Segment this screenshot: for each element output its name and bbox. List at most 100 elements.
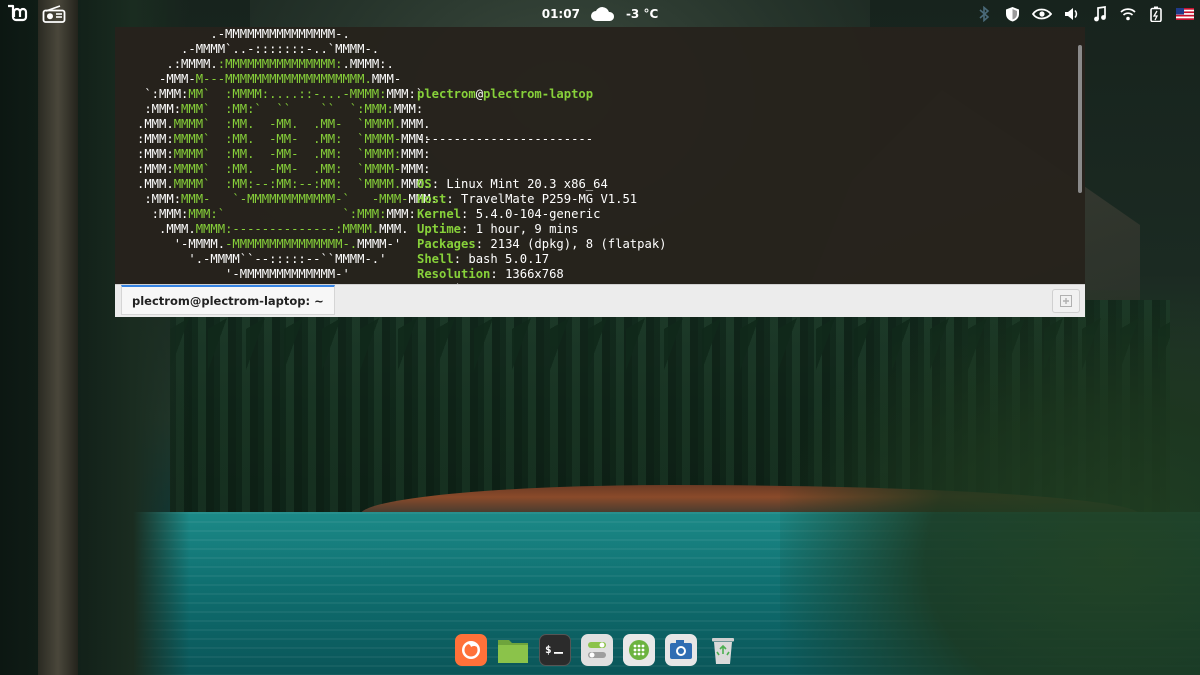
logo-segment: :MMM: [115, 147, 174, 161]
info-value: 5.4.0-104-generic [475, 207, 601, 221]
info-colon: : [461, 207, 476, 221]
software-manager-icon[interactable] [623, 634, 655, 666]
terminal-scrollbar[interactable] [1077, 45, 1083, 285]
neofetch-info: plectrom@plectrom-laptop ---------------… [417, 57, 667, 284]
info-value: 1366x768 [505, 267, 564, 281]
logo-segment: MMM- `-MMMMMMMMMMMM-` -MMM- [181, 192, 409, 206]
logo-segment: MMMM` :MM. -MM. .MM- `MMMM. [173, 117, 402, 131]
logo-segment: `:MMM: [115, 87, 189, 101]
info-key: Packages [417, 237, 476, 251]
neofetch-info-row: Resolution: 1366x768 [417, 267, 667, 282]
folder-icon[interactable] [497, 634, 529, 666]
logo-segment: M---MMMMMMMMMMMMMMMMMMM. [195, 72, 372, 86]
info-key: Host [417, 192, 447, 206]
neofetch-user-line: plectrom@plectrom-laptop [417, 87, 667, 102]
logo-segment: :MMMMMMMMMMMMMMM: [217, 57, 343, 71]
info-colon: : [461, 222, 476, 236]
neofetch-info-row: Host: TravelMate P259-MG V1.51 [417, 192, 667, 207]
logo-line: `:MMM:MM` :MMMM:....::-...-MMMM:MMM:` [115, 87, 438, 102]
new-tab-button[interactable] [1052, 289, 1080, 313]
wifi-icon[interactable] [1120, 6, 1136, 22]
mint-menu-icon[interactable] [6, 3, 30, 25]
temperature[interactable]: -3 °C [626, 7, 658, 21]
logo-segment: '-MMMM. [115, 237, 226, 251]
logo-segment: :MMM: [115, 102, 182, 116]
logo-segment: :MMM: [115, 132, 174, 146]
logo-line: .:MMMM.:MMMMMMMMMMMMMMM:.MMMM:. [115, 57, 438, 72]
logo-segment: MMMM-' [357, 237, 402, 251]
logo-segment: MMMM` :MM. -MM- .MM: `MMMM: [173, 147, 402, 161]
terminal-output[interactable]: .-MMMMMMMMMMMMMMM-. .-MMMM`..-:::::::-..… [115, 27, 1077, 284]
info-key: Shell [417, 252, 454, 266]
logo-segment: .-MMMM`..-:::::::-..`MMMM-. [115, 42, 380, 56]
logo-line: .MMM.MMMM:--------------:MMMM.MMM. [115, 222, 438, 237]
new-tab-icon [1060, 292, 1072, 311]
neofetch-info-row: Shell: bash 5.0.17 [417, 252, 667, 267]
logo-line: :MMM:MMMM` :MM. -MM- .MM: `MMMM-MMM: [115, 132, 438, 147]
scrollbar-thumb[interactable] [1078, 45, 1082, 193]
logo-line: :MMM:MMM` :MM:` `` `` `:MMM:MMM: [115, 102, 438, 117]
shield-icon[interactable] [1004, 6, 1020, 22]
bluetooth-icon[interactable] [976, 5, 992, 22]
logo-segment: .MMM. [115, 177, 174, 191]
logo-segment: MMM: [386, 207, 416, 221]
logo-line: .-MMMMMMMMMMMMMMM-. [115, 27, 438, 42]
logo-segment: MMM:` `:MMM: [188, 207, 387, 221]
logo-segment: MMM` :MM:` `` `` `:MMM: [181, 102, 394, 116]
battery-icon[interactable] [1148, 6, 1164, 22]
logo-segment: MMMM:--------------:MMMM. [195, 222, 380, 236]
logo-segment: MMM. [379, 222, 409, 236]
logo-segment: .:MMMM. [115, 57, 218, 71]
neofetch-info-row: Uptime: 1 hour, 9 mins [417, 222, 667, 237]
clock[interactable]: 01:07 [542, 7, 580, 21]
info-colon: : [490, 267, 506, 281]
neofetch-info-rows: OS: Linux Mint 20.3 x86_64 Host: TravelMa… [417, 177, 667, 284]
volume-icon[interactable] [1064, 6, 1080, 22]
terminal-tab-label: plectrom@plectrom-laptop: ~ [132, 293, 324, 308]
logo-segment: '-MMMMMMMMMMMMM-' [115, 267, 350, 281]
neofetch-info-row: Packages: 2134 (dpkg), 8 (flatpak) [417, 237, 667, 252]
logo-line: .-MMMM`..-:::::::-..`MMMM-. [115, 42, 438, 57]
info-value: 1 hour, 9 mins [475, 222, 579, 236]
logo-segment: :MMM: [115, 162, 174, 176]
logo-segment: -MMM- [115, 72, 196, 86]
guake-terminal-window[interactable]: .-MMMMMMMMMMMMMMM-. .-MMMM`..-:::::::-..… [115, 27, 1085, 317]
neofetch-info-row: Kernel: 5.4.0-104-generic [417, 207, 667, 222]
terminal-icon[interactable]: $ [539, 634, 571, 666]
panel-left-applets [6, 3, 66, 25]
logo-segment: '.-MMMM``--:::::--``MMMM-.' [115, 252, 387, 266]
nvidia-icon[interactable] [1032, 6, 1052, 22]
logo-segment: MM` :MMMM:....::-...-MMMM: [188, 87, 387, 101]
logo-segment: :MMM: [115, 192, 182, 206]
neofetch-separator: ------------------------ [417, 132, 594, 146]
logo-segment: .MMMM:. [342, 57, 394, 71]
logo-segment: -MMMMMMMMMMMMMMM-. [225, 237, 358, 251]
logo-segment: .-MMMMMMMMMMMMMMM-. [115, 27, 350, 41]
cloud-icon[interactable] [590, 6, 616, 22]
terminal-tab[interactable]: plectrom@plectrom-laptop: ~ [121, 285, 335, 315]
info-value: bash 5.0.17 [468, 252, 550, 266]
info-value: TravelMate P259-MG V1.51 [461, 192, 638, 206]
firefox-icon[interactable] [455, 634, 487, 666]
logo-segment: .MMM. [115, 222, 196, 236]
logo-segment: MMMM` :MM. -MM- .MM: `MMMM- [173, 132, 402, 146]
flag-us-icon[interactable] [1176, 6, 1194, 22]
logo-segment: MMMM` :MM:--:MM:--:MM: `MMMM. [173, 177, 402, 191]
screenshot-icon[interactable] [665, 634, 697, 666]
neofetch-user: plectrom [417, 87, 476, 101]
music-icon[interactable] [1092, 5, 1108, 22]
info-colon: : [446, 192, 462, 206]
info-key: Uptime [417, 222, 462, 236]
info-key: Kernel [417, 207, 462, 221]
radio-icon[interactable] [42, 4, 66, 23]
neofetch-mint-logo: .-MMMMMMMMMMMMMMM-. .-MMMM`..-:::::::-..… [115, 27, 438, 282]
logo-line: :MMM:MMM- `-MMMMMMMMMMMM-` -MMM-MMM: [115, 192, 438, 207]
wallpaper-foreground-branch [780, 290, 1200, 675]
logo-line: -MMM-M---MMMMMMMMMMMMMMMMMMM.MMM- [115, 72, 438, 87]
neofetch-host: plectrom-laptop [483, 87, 594, 101]
wallpaper-tree-trunk [38, 0, 78, 675]
settings-icon[interactable] [581, 634, 613, 666]
trash-icon[interactable] [707, 634, 739, 666]
logo-line: .MMM.MMMM` :MM:--:MM:--:MM: `MMMM.MMM. [115, 177, 438, 192]
info-value: Linux Mint 20.3 x86_64 [446, 177, 608, 191]
